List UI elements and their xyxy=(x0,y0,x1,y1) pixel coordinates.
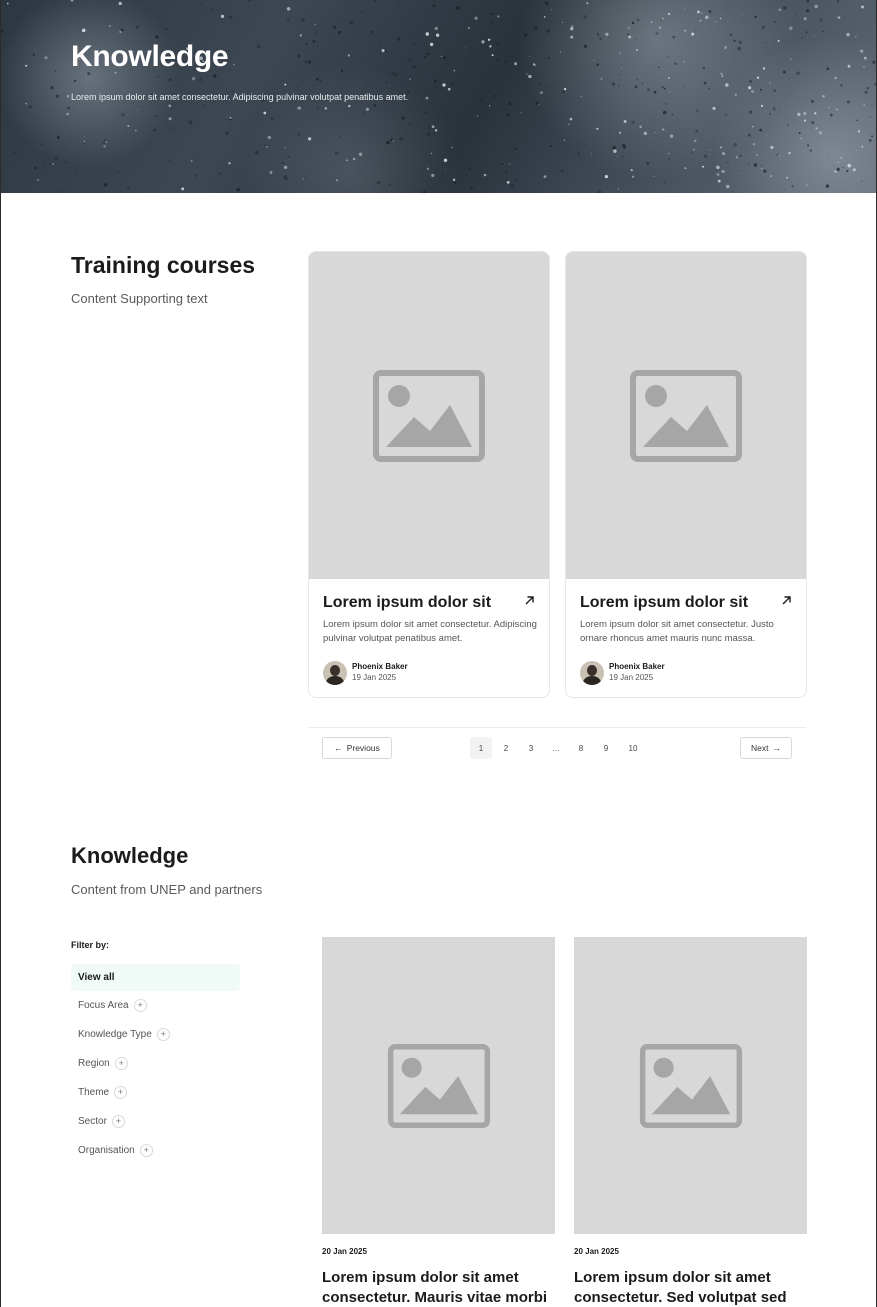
plus-icon: + xyxy=(114,1086,128,1099)
knowledge-card-title[interactable]: Lorem ipsum dolor sit amet consectetur. … xyxy=(322,1268,562,1307)
page-frame: Knowledge Lorem ipsum dolor sit amet con… xyxy=(0,0,877,1307)
card-image xyxy=(566,252,806,579)
plus-icon: + xyxy=(114,1057,128,1070)
arrow-up-right-icon[interactable] xyxy=(524,594,535,609)
plus-icon: + xyxy=(133,999,147,1012)
card-date: 19 Jan 2025 xyxy=(352,673,397,682)
image-placeholder-icon xyxy=(639,1043,742,1128)
hero-banner: Knowledge Lorem ipsum dolor sit amet con… xyxy=(1,0,876,193)
image-placeholder-icon xyxy=(387,1043,490,1128)
filter-label: Filter by: xyxy=(71,940,110,950)
avatar xyxy=(323,661,347,685)
knowledge-card-title[interactable]: Lorem ipsum dolor sit amet consectetur. … xyxy=(574,1268,814,1307)
card-date: 19 Jan 2025 xyxy=(609,673,654,682)
card-title: Lorem ipsum dolor sit xyxy=(580,594,749,611)
training-section-subtitle: Content Supporting text xyxy=(71,291,208,306)
card-description: Lorem ipsum dolor sit amet consectetur. … xyxy=(323,619,537,644)
plus-icon: + xyxy=(139,1144,153,1157)
knowledge-card-image[interactable] xyxy=(322,937,555,1234)
filter-view-all[interactable]: View all xyxy=(71,964,240,991)
knowledge-card-date: 20 Jan 2025 xyxy=(574,1247,619,1256)
previous-button[interactable]: ← Previous xyxy=(322,737,392,759)
card-author: Phoenix Baker xyxy=(609,662,665,671)
filter-label-text: Theme xyxy=(78,1087,110,1098)
next-label: Next xyxy=(751,743,769,753)
next-button[interactable]: Next → xyxy=(740,737,792,759)
card-description: Lorem ipsum dolor sit amet consectetur. … xyxy=(580,619,774,644)
page-number[interactable]: 8 xyxy=(570,737,592,759)
filter-label-text: Organisation xyxy=(78,1145,135,1156)
previous-label: Previous xyxy=(346,743,380,753)
arrow-left-icon: ← xyxy=(334,743,343,753)
course-card[interactable]: Lorem ipsum dolor sit Lorem ipsum dolor … xyxy=(308,251,550,698)
filter-region[interactable]: Region + xyxy=(78,1057,128,1070)
plus-icon: + xyxy=(156,1028,170,1041)
filter-focus-area[interactable]: Focus Area + xyxy=(78,999,147,1012)
hero-title: Knowledge xyxy=(71,40,229,73)
image-placeholder-icon xyxy=(630,369,742,462)
training-section-title: Training courses xyxy=(71,252,256,278)
knowledge-section-subtitle: Content from UNEP and partners xyxy=(71,882,263,897)
page-number[interactable]: 2 xyxy=(495,737,517,759)
filter-label-text: Sector xyxy=(78,1116,107,1127)
page-number[interactable]: 3 xyxy=(520,737,542,759)
arrow-right-icon: → xyxy=(772,743,781,753)
filter-sector[interactable]: Sector + xyxy=(78,1115,125,1128)
filter-organisation[interactable]: Organisation + xyxy=(78,1144,153,1157)
filter-label-text: Region xyxy=(78,1058,110,1069)
card-image xyxy=(309,252,549,579)
card-author: Phoenix Baker xyxy=(352,662,408,671)
pagination-divider xyxy=(308,727,806,728)
filter-knowledge-type[interactable]: Knowledge Type + xyxy=(78,1028,170,1041)
plus-icon: + xyxy=(111,1115,125,1128)
avatar xyxy=(580,661,604,685)
filter-label-text: Knowledge Type xyxy=(78,1029,152,1040)
filter-theme[interactable]: Theme + xyxy=(78,1086,128,1099)
knowledge-section-title: Knowledge xyxy=(71,843,189,868)
page-number[interactable]: 1 xyxy=(470,737,492,759)
course-card[interactable]: Lorem ipsum dolor sit Lorem ipsum dolor … xyxy=(565,251,807,698)
image-placeholder-icon xyxy=(373,369,485,462)
arrow-up-right-icon[interactable] xyxy=(781,594,792,609)
hero-subtitle: Lorem ipsum dolor sit amet consectetur. … xyxy=(71,92,409,102)
knowledge-card-image[interactable] xyxy=(574,937,807,1234)
knowledge-card-date: 20 Jan 2025 xyxy=(322,1247,367,1256)
page-ellipsis: ... xyxy=(552,743,560,753)
page-number[interactable]: 9 xyxy=(595,737,617,759)
filter-label-text: Focus Area xyxy=(78,1000,129,1011)
card-title: Lorem ipsum dolor sit xyxy=(323,594,492,611)
page-number[interactable]: 10 xyxy=(622,737,644,759)
